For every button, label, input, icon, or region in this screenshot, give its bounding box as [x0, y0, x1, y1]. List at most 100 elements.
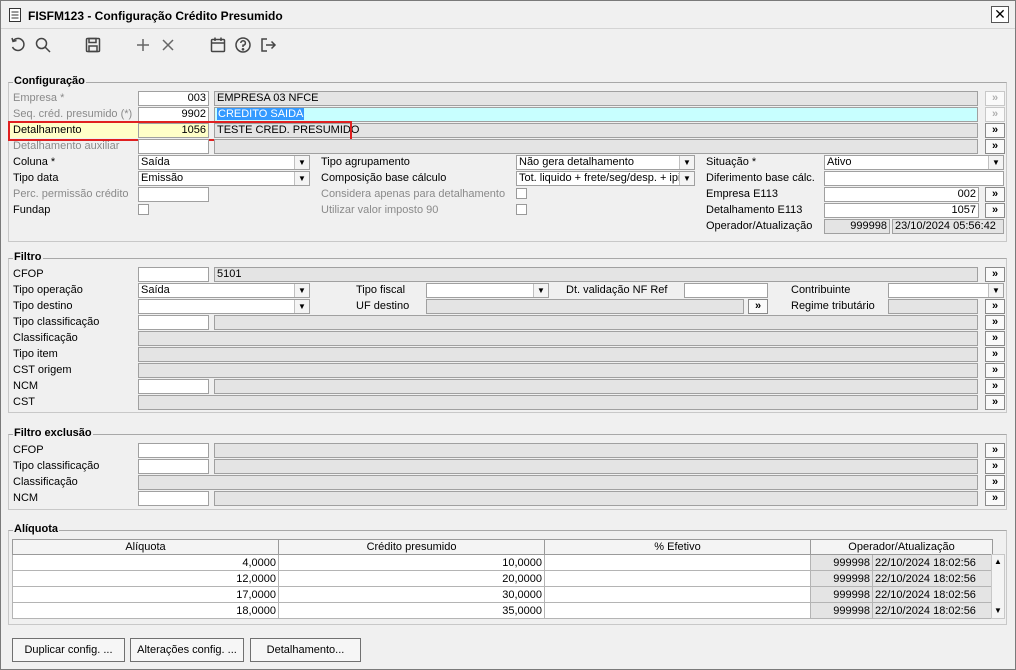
operador-label: Operador/Atualização: [706, 220, 813, 232]
close-icon: ✕: [994, 6, 1006, 22]
help-icon[interactable]: [234, 36, 252, 54]
detalhamento-e113-field[interactable]: 1057: [824, 203, 979, 218]
efetivo-cell[interactable]: [544, 602, 811, 619]
composicao-value: Tot. liquido + frete/seg/desp. + ipi: [519, 172, 681, 184]
detalhamento-lookup-button[interactable]: »: [985, 123, 1005, 138]
tipo-data-value: Emissão: [141, 172, 184, 184]
excl-ncm-lookup-button[interactable]: »: [985, 491, 1005, 506]
tipo-agrupamento-select[interactable]: Não gera detalhamento ▼: [516, 155, 695, 170]
excl-classificacao-lookup-button[interactable]: »: [985, 475, 1005, 490]
filtro-classificacao-field: [138, 331, 978, 346]
aliquota-scrollbar[interactable]: ▲ ▼: [991, 554, 1005, 619]
tipo-operacao-select[interactable]: Saída ▼: [138, 283, 310, 298]
excl-tipo-classificacao-code-field[interactable]: [138, 459, 209, 474]
excl-cfop-label: CFOP: [13, 444, 44, 456]
undo-icon[interactable]: [9, 36, 27, 54]
excl-tipo-classificacao-lookup-button[interactable]: »: [985, 459, 1005, 474]
cst-lookup-button[interactable]: »: [985, 395, 1005, 410]
cst-origem-field: [138, 363, 978, 378]
excl-classificacao-label: Classificação: [13, 476, 78, 488]
exit-icon[interactable]: [259, 36, 277, 54]
scroll-down-icon[interactable]: ▼: [992, 604, 1004, 618]
aliquota-cell[interactable]: 4,0000: [12, 554, 279, 571]
tipo-destino-select[interactable]: ▼: [138, 299, 310, 314]
efetivo-cell[interactable]: [544, 586, 811, 603]
data-cell: 22/10/2024 18:02:56: [872, 586, 993, 603]
excl-tipo-classificacao-desc-field: [214, 459, 978, 474]
filtro-classificacao-lookup-button[interactable]: »: [985, 331, 1005, 346]
seq-lookup-button[interactable]: »: [985, 107, 1005, 122]
search-icon[interactable]: [34, 36, 52, 54]
seq-desc-field: CREDITO SAIDA: [214, 107, 978, 122]
highlight-box: [8, 121, 352, 141]
chevron-down-icon: ▼: [294, 156, 309, 169]
credito-cell[interactable]: 10,0000: [278, 554, 545, 571]
excl-cfop-code-field[interactable]: [138, 443, 209, 458]
utilizar-checkbox[interactable]: [516, 204, 527, 215]
empresa-e113-field[interactable]: 002: [824, 187, 979, 202]
detalhamento-e113-lookup-button[interactable]: »: [985, 203, 1005, 218]
regime-field: [888, 299, 978, 314]
scroll-up-icon[interactable]: ▲: [992, 555, 1004, 569]
filtro-ncm-code-field[interactable]: [138, 379, 209, 394]
detalhamento-aux-code-field[interactable]: [138, 139, 209, 154]
situacao-select[interactable]: Ativo ▼: [824, 155, 1004, 170]
excl-cfop-lookup-button[interactable]: »: [985, 443, 1005, 458]
table-row[interactable]: 12,0000 20,0000 999998 22/10/2024 18:02:…: [12, 570, 993, 587]
col-credito-header[interactable]: Crédito presumido: [278, 539, 545, 555]
filtro-classificacao-label: Classificação: [13, 332, 78, 344]
col-operador-header[interactable]: Operador/Atualização: [810, 539, 993, 555]
col-efetivo-header[interactable]: % Efetivo: [544, 539, 811, 555]
calendar-icon[interactable]: [209, 36, 227, 54]
credito-cell[interactable]: 30,0000: [278, 586, 545, 603]
credito-cell[interactable]: 35,0000: [278, 602, 545, 619]
efetivo-cell[interactable]: [544, 570, 811, 587]
alteracoes-config-button[interactable]: Alterações config. ...: [130, 638, 244, 662]
col-aliquota-header[interactable]: Alíquota: [12, 539, 279, 555]
empresa-code-field[interactable]: 003: [138, 91, 209, 106]
aliquota-cell[interactable]: 18,0000: [12, 602, 279, 619]
duplicar-config-button[interactable]: Duplicar config. ...: [12, 638, 125, 662]
uf-destino-lookup-button[interactable]: »: [748, 299, 768, 314]
excl-ncm-code-field[interactable]: [138, 491, 209, 506]
dt-validacao-field[interactable]: [684, 283, 768, 298]
delete-icon[interactable]: [159, 36, 177, 54]
situacao-label: Situação *: [706, 156, 757, 168]
cst-origem-lookup-button[interactable]: »: [985, 363, 1005, 378]
tipo-item-lookup-button[interactable]: »: [985, 347, 1005, 362]
detalhamento-aux-lookup-button[interactable]: »: [985, 139, 1005, 154]
diferimento-field[interactable]: [824, 171, 1004, 186]
fundap-checkbox[interactable]: [138, 204, 149, 215]
table-row[interactable]: 18,0000 35,0000 999998 22/10/2024 18:02:…: [12, 602, 993, 619]
cst-origem-label: CST origem: [13, 364, 72, 376]
regime-lookup-button[interactable]: »: [985, 299, 1005, 314]
empresa-lookup-button[interactable]: »: [985, 91, 1005, 106]
filtro-tipo-classificacao-lookup-button[interactable]: »: [985, 315, 1005, 330]
perc-permissao-field[interactable]: [138, 187, 209, 202]
coluna-select[interactable]: Saída ▼: [138, 155, 310, 170]
aliquota-cell[interactable]: 12,0000: [12, 570, 279, 587]
table-row[interactable]: 17,0000 30,0000 999998 22/10/2024 18:02:…: [12, 586, 993, 603]
tipo-data-select[interactable]: Emissão ▼: [138, 171, 310, 186]
filtro-ncm-lookup-button[interactable]: »: [985, 379, 1005, 394]
close-button[interactable]: ✕: [991, 6, 1009, 23]
filtro-tipo-classificacao-code-field[interactable]: [138, 315, 209, 330]
seq-label: Seq. créd. presumido (*): [13, 108, 133, 120]
tipo-fiscal-select[interactable]: ▼: [426, 283, 549, 298]
empresa-e113-lookup-button[interactable]: »: [985, 187, 1005, 202]
save-icon[interactable]: [84, 36, 102, 54]
seq-code-field[interactable]: 9902: [138, 107, 209, 122]
contribuinte-select[interactable]: ▼: [888, 283, 1004, 298]
filtro-cfop-code-field[interactable]: [138, 267, 209, 282]
main-window: FISFM123 - Configuração Crédito Presumid…: [0, 0, 1016, 670]
excl-ncm-desc-field: [214, 491, 978, 506]
detalhamento-button[interactable]: Detalhamento...: [250, 638, 361, 662]
credito-cell[interactable]: 20,0000: [278, 570, 545, 587]
aliquota-cell[interactable]: 17,0000: [12, 586, 279, 603]
efetivo-cell[interactable]: [544, 554, 811, 571]
table-row[interactable]: 4,0000 10,0000 999998 22/10/2024 18:02:5…: [12, 554, 993, 571]
considera-checkbox[interactable]: [516, 188, 527, 199]
filtro-cfop-lookup-button[interactable]: »: [985, 267, 1005, 282]
add-icon[interactable]: [134, 36, 152, 54]
composicao-select[interactable]: Tot. liquido + frete/seg/desp. + ipi ▼: [516, 171, 695, 186]
